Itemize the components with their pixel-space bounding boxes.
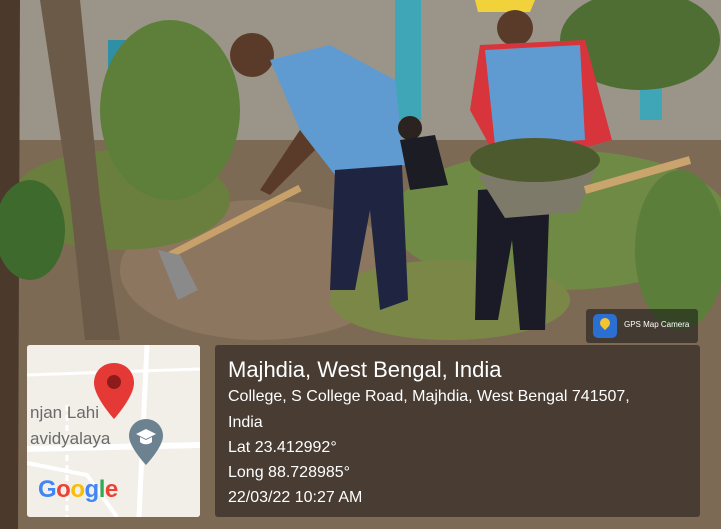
graduation-cap-icon (129, 419, 163, 465)
google-logo-letter: e (104, 476, 118, 503)
google-logo-letter: o (56, 476, 71, 503)
longitude-text: Long 88.728985° (228, 464, 351, 481)
map-place-label-line1: njan Lahi (30, 403, 100, 422)
datetime-text: 22/03/22 10:27 AM (228, 489, 363, 506)
gps-map-camera-icon (593, 314, 617, 338)
google-logo-letter: g (84, 476, 100, 503)
map-place-label-line2: avidyalaya (30, 429, 111, 448)
google-logo-letter: o (70, 476, 85, 503)
latitude-text: Lat 23.412992° (228, 439, 337, 456)
location-title: Majhdia, West Bengal, India (228, 357, 502, 382)
google-logo: Google (38, 476, 118, 504)
address-line-1: College, S College Road, Majhdia, West B… (228, 388, 630, 405)
location-map-thumbnail: njan Lahi avidyalaya Google (27, 345, 200, 517)
geotagged-photo: GPS Map Camera njan Lahi avidyalaya Goog… (0, 0, 721, 529)
map-pin-icon (94, 363, 134, 419)
google-logo-letter: G (38, 476, 57, 503)
location-info-panel: Majhdia, West Bengal, India College, S C… (215, 345, 700, 517)
badge-label: GPS Map Camera (624, 320, 690, 329)
address-line-2: India (228, 414, 263, 431)
gps-map-camera-badge: GPS Map Camera (586, 309, 698, 343)
